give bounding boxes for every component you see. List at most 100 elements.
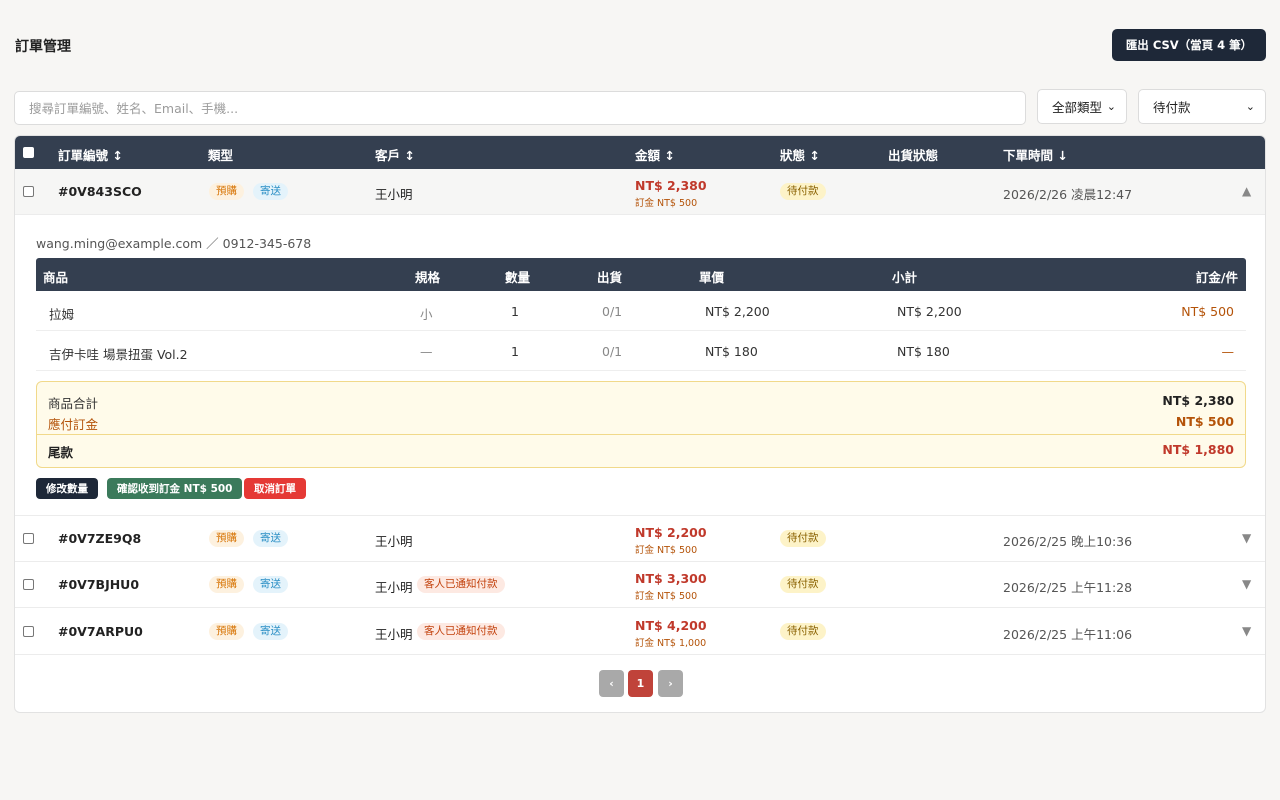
chevron-down-icon: ⌄: [1245, 100, 1255, 113]
shipping-badge: 寄送: [253, 530, 288, 547]
col-customer[interactable]: 客戶 ↕: [375, 145, 415, 164]
items-col-shipped: 出貨: [597, 270, 623, 285]
row-checkbox[interactable]: [23, 579, 34, 590]
expand-triangle-icon[interactable]: ▼: [1242, 624, 1251, 638]
item-product: 吉伊卡哇 場景扭蛋 Vol.2: [49, 347, 188, 362]
customer-contact: wang.ming@example.com ／ 0912-345-678: [36, 236, 312, 251]
orders-table: 訂單編號 ↕ 類型 客戶 ↕ 金額 ↕ 狀態 ↕ 出貨狀態 下單時間 ↓ #0V…: [14, 135, 1266, 713]
items-col-subtotal: 小計: [892, 270, 918, 285]
preorder-badge: 預購: [209, 530, 244, 547]
order-amount: NT$ 2,200: [635, 525, 707, 540]
type-filter-value: 全部類型: [1052, 100, 1103, 115]
order-time: 2026/2/25 晚上10:36: [1003, 534, 1133, 549]
page-1-button[interactable]: 1: [628, 670, 653, 697]
select-all-checkbox[interactable]: [23, 147, 34, 158]
status-filter-value: 待付款: [1153, 100, 1191, 115]
status-filter-select[interactable]: 待付款 ⌄: [1138, 89, 1266, 124]
expand-triangle-icon[interactable]: ▼: [1242, 531, 1251, 545]
goods-total-label: 商品合計: [48, 396, 99, 411]
next-page-button[interactable]: ›: [658, 670, 683, 697]
balance-label: 尾款: [48, 445, 74, 460]
cancel-order-button[interactable]: 取消訂單: [244, 478, 306, 499]
row-checkbox[interactable]: [23, 626, 34, 637]
items-col-unit: 單價: [699, 270, 725, 285]
export-csv-button[interactable]: 匯出 CSV（當頁 4 筆）: [1112, 29, 1266, 61]
item-qty: 1: [511, 304, 519, 319]
status-badge: 待付款: [780, 623, 826, 640]
edit-quantity-button[interactable]: 修改數量: [36, 478, 98, 499]
item-deposit: —: [1221, 344, 1235, 359]
col-time[interactable]: 下單時間 ↓: [1003, 145, 1068, 164]
item-shipped: 0/1: [602, 304, 623, 319]
item-subtotal: NT$ 180: [897, 344, 950, 359]
shipping-badge: 寄送: [253, 183, 288, 200]
order-detail-panel: wang.ming@example.com ／ 0912-345-678 商品 …: [15, 215, 1265, 516]
order-time: 2026/2/26 凌晨12:47: [1003, 187, 1133, 202]
item-deposit: NT$ 500: [1181, 304, 1234, 319]
payment-summary: 商品合計 NT$ 2,380 應付訂金 NT$ 500 尾款 NT$ 1,880: [36, 381, 1246, 468]
order-id: #0V7ZE9Q8: [58, 531, 142, 546]
balance-value: NT$ 1,880: [1162, 442, 1234, 457]
deposit-due-label: 應付訂金: [48, 417, 99, 432]
expand-triangle-icon[interactable]: ▼: [1242, 577, 1251, 591]
table-header: 訂單編號 ↕ 類型 客戶 ↕ 金額 ↕ 狀態 ↕ 出貨狀態 下單時間 ↓: [15, 136, 1265, 169]
items-col-deposit: 訂金/件: [1195, 270, 1238, 285]
col-order-no[interactable]: 訂單編號 ↕: [58, 145, 123, 164]
table-row[interactable]: #0V7BJHU0 預購 寄送 王小明 客人已通知付款 NT$ 3,300 訂金…: [15, 562, 1265, 608]
preorder-badge: 預購: [209, 576, 244, 593]
item-qty: 1: [511, 344, 519, 359]
customer-name: 王小明: [375, 627, 413, 642]
items-table: 商品 規格 數量 出貨 單價 小計 訂金/件 拉姆 小 1 0/1 NT$ 2,…: [36, 258, 1246, 371]
page-title: 訂單管理: [15, 39, 71, 55]
customer-name: 王小明: [375, 534, 413, 549]
table-row[interactable]: #0V843SCO 預購 寄送 王小明 NT$ 2,380 訂金 NT$ 500…: [15, 169, 1265, 215]
search-input[interactable]: [14, 91, 1026, 125]
items-col-spec: 規格: [415, 270, 441, 285]
customer-name: 王小明: [375, 187, 413, 202]
payment-notified-badge: 客人已通知付款: [417, 623, 505, 640]
table-row[interactable]: #0V7ARPU0 預購 寄送 王小明 客人已通知付款 NT$ 4,200 訂金…: [15, 609, 1265, 655]
order-amount: NT$ 4,200: [635, 618, 707, 633]
confirm-deposit-button[interactable]: 確認收到訂金 NT$ 500: [107, 478, 243, 499]
shipping-badge: 寄送: [253, 623, 288, 640]
status-badge: 待付款: [780, 183, 826, 200]
item-subtotal: NT$ 2,200: [897, 304, 962, 319]
order-time: 2026/2/25 上午11:06: [1003, 627, 1133, 642]
type-filter-select[interactable]: 全部類型 ⌄: [1037, 89, 1127, 124]
item-unit-price: NT$ 180: [705, 344, 758, 359]
table-row[interactable]: #0V7ZE9Q8 預購 寄送 王小明 NT$ 2,200 訂金 NT$ 500…: [15, 516, 1265, 562]
chevron-down-icon: ⌄: [1106, 100, 1116, 113]
shipping-badge: 寄送: [253, 576, 288, 593]
order-deposit: 訂金 NT$ 500: [635, 198, 698, 209]
customer-name: 王小明: [375, 580, 413, 595]
item-product: 拉姆: [49, 307, 75, 322]
summary-divider: [37, 434, 1245, 435]
preorder-badge: 預購: [209, 623, 244, 640]
item-row: 拉姆 小 1 0/1 NT$ 2,200 NT$ 2,200 NT$ 500: [36, 291, 1246, 331]
row-checkbox[interactable]: [23, 186, 34, 197]
order-management-page: 訂單管理 匯出 CSV（當頁 4 筆） 全部類型 ⌄ 待付款 ⌄ 訂單編號 ↕ …: [0, 0, 1280, 800]
order-id: #0V7ARPU0: [58, 624, 143, 639]
collapse-triangle-icon[interactable]: ▲: [1242, 184, 1251, 198]
prev-page-button[interactable]: ‹: [599, 670, 624, 697]
order-amount: NT$ 3,300: [635, 571, 707, 586]
order-amount: NT$ 2,380: [635, 178, 707, 193]
order-id: #0V7BJHU0: [58, 577, 140, 592]
items-table-header: 商品 規格 數量 出貨 單價 小計 訂金/件: [36, 258, 1246, 291]
status-badge: 待付款: [780, 530, 826, 547]
item-unit-price: NT$ 2,200: [705, 304, 770, 319]
col-shipping: 出貨狀態: [888, 148, 939, 163]
col-amount[interactable]: 金額 ↕: [635, 145, 675, 164]
row-checkbox[interactable]: [23, 533, 34, 544]
order-id: #0V843SCO: [58, 184, 142, 199]
order-deposit: 訂金 NT$ 500: [635, 545, 698, 556]
items-col-qty: 數量: [505, 270, 531, 285]
item-spec: —: [420, 344, 433, 359]
item-spec: 小: [420, 307, 433, 322]
payment-notified-badge: 客人已通知付款: [417, 576, 505, 593]
item-shipped: 0/1: [602, 344, 623, 359]
order-time: 2026/2/25 上午11:28: [1003, 580, 1133, 595]
col-type: 類型: [208, 148, 234, 163]
item-row: 吉伊卡哇 場景扭蛋 Vol.2 — 1 0/1 NT$ 180 NT$ 180 …: [36, 331, 1246, 371]
col-status[interactable]: 狀態 ↕: [780, 145, 820, 164]
